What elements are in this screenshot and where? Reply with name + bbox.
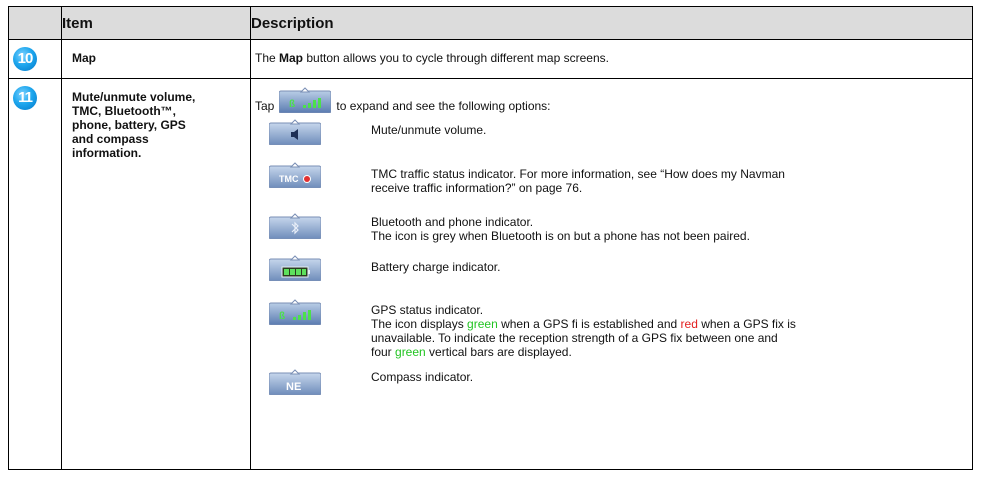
desc-bold: Map <box>279 51 304 65</box>
desc-pre: The <box>255 51 280 65</box>
option-compass-text: Compass indicator. <box>371 370 931 384</box>
item-line: TMC, Bluetooth™, <box>72 104 176 118</box>
header-number-cell <box>8 6 62 40</box>
option-gps-text: GPS status indicator. The icon displays … <box>371 303 931 359</box>
option-line: four green vertical bars are displayed. <box>371 345 572 359</box>
gps-icon: ß <box>269 299 321 325</box>
svg-text:ß: ß <box>289 99 295 110</box>
option-line: Compass indicator. <box>371 370 474 384</box>
option-battery-text: Battery charge indicator. <box>371 260 931 274</box>
speaker-icon <box>269 119 321 145</box>
item-cell: Map <box>61 39 251 79</box>
tap-pre: Tap <box>255 99 275 113</box>
item-line: information. <box>72 146 142 160</box>
table-row: 10 Map The Map button allows you to cycl… <box>8 39 973 79</box>
option-line: Battery charge indicator. <box>371 260 501 274</box>
desc-post: button allows you to cycle through diffe… <box>303 51 609 65</box>
item-name: Mute/unmute volume, TMC, Bluetooth™, pho… <box>62 79 250 160</box>
option-line: unavailable. To indicate the reception s… <box>371 331 778 345</box>
description-cell: The Map button allows you to cycle throu… <box>250 39 973 79</box>
tap-instruction: Tap ß to expand and see the following op… <box>251 79 972 113</box>
battery-icon <box>269 255 321 281</box>
description-cell: Tap ß to expand and see the following op… <box>250 78 973 470</box>
item-cell: Mute/unmute volume, TMC, Bluetooth™, pho… <box>61 78 251 470</box>
option-line: Bluetooth and phone indicator. <box>371 215 534 229</box>
option-line: GPS status indicator. <box>371 303 484 317</box>
header-item: Item <box>61 6 251 40</box>
option-tmc: TMC <box>269 162 321 188</box>
option-line: The icon is grey when Bluetooth is on bu… <box>371 229 750 243</box>
item-line: Mute/unmute volume, <box>72 90 196 104</box>
option-gps: ß <box>269 299 321 325</box>
number-cell: 11 <box>8 78 62 470</box>
svg-text:ß: ß <box>279 311 285 322</box>
bluetooth-icon <box>269 213 321 239</box>
feature-table: Item Description 10 Map The Map button a… <box>8 6 973 470</box>
table-row: 11 Mute/unmute volume, TMC, Bluetooth™, … <box>8 78 973 470</box>
number-cell: 10 <box>8 39 62 79</box>
option-line: TMC traffic status indicator. For more i… <box>371 167 785 181</box>
option-line: Mute/unmute volume. <box>371 123 487 137</box>
svg-text:NE: NE <box>286 381 301 393</box>
option-bluetooth-text: Bluetooth and phone indicator. The icon … <box>371 215 931 243</box>
number-badge: 11 <box>13 86 37 110</box>
option-line: The icon displays green when a GPS fi is… <box>371 317 796 331</box>
option-mute <box>269 119 321 145</box>
header-description: Description <box>250 6 973 40</box>
compass-icon: NE <box>269 369 321 395</box>
table-header-row: Item Description <box>8 6 973 40</box>
svg-text:TMC: TMC <box>279 174 299 184</box>
option-bluetooth <box>269 213 321 239</box>
gps-icon: ß <box>279 87 332 113</box>
item-name: Map <box>72 51 96 65</box>
option-tmc-text: TMC traffic status indicator. For more i… <box>371 167 931 195</box>
item-line: phone, battery, GPS <box>72 118 186 132</box>
item-line: and compass <box>72 132 149 146</box>
number-badge: 10 <box>13 47 37 71</box>
description-text: The Map button allows you to cycle throu… <box>251 40 972 65</box>
tmc-icon: TMC <box>269 162 321 188</box>
status-expand-button[interactable]: ß <box>279 87 332 113</box>
option-battery <box>269 255 321 281</box>
tap-post: to expand and see the following options: <box>336 99 551 113</box>
option-compass: NE <box>269 369 321 395</box>
option-mute-text: Mute/unmute volume. <box>371 123 931 137</box>
option-line: receive traffic information?” on page 76… <box>371 181 583 195</box>
